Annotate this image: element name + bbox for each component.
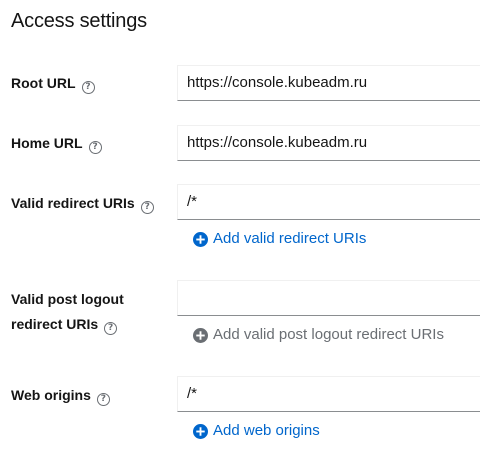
valid-redirect-uris-help-icon[interactable]: ? xyxy=(140,201,154,214)
home-url-input[interactable]: https://console.kubeadm.ru xyxy=(177,125,480,161)
valid-post-logout-redirect-uris-input[interactable] xyxy=(177,280,480,316)
plus-circle-icon xyxy=(193,423,208,439)
home-url-label: Home URL? xyxy=(11,131,102,155)
section-title: Access settings xyxy=(11,10,147,32)
plus-circle-icon xyxy=(193,327,208,343)
add-valid-post-logout-redirect-uris-label: Add valid post logout redirect URIs xyxy=(213,326,444,343)
plus-circle-icon xyxy=(193,231,208,247)
add-valid-redirect-uris-button[interactable]: Add valid redirect URIs xyxy=(193,229,366,249)
add-web-origins-label: Add web origins xyxy=(213,422,320,439)
add-web-origins-button[interactable]: Add web origins xyxy=(193,421,320,441)
web-origins-label-text: Web origins xyxy=(11,387,91,403)
web-origins-input[interactable]: /* xyxy=(177,376,480,412)
root-url-label-text: Root URL xyxy=(11,75,76,91)
home-url-help-icon[interactable]: ? xyxy=(88,141,102,154)
add-valid-post-logout-redirect-uris-button[interactable]: Add valid post logout redirect URIs xyxy=(193,325,444,345)
root-url-input[interactable]: https://console.kubeadm.ru xyxy=(177,65,480,101)
add-valid-redirect-uris-label: Add valid redirect URIs xyxy=(213,230,367,247)
valid-redirect-uris-input[interactable]: /* xyxy=(177,184,480,220)
valid-post-logout-redirect-uris-label-text: redirect URIs xyxy=(11,316,99,332)
root-url-help-icon[interactable]: ? xyxy=(81,81,95,94)
home-url-label-text: Home URL xyxy=(11,135,83,151)
valid-redirect-uris-label: Valid redirect URIs? xyxy=(11,191,154,215)
valid-redirect-uris-label-text: Valid redirect URIs xyxy=(11,195,135,211)
valid-post-logout-redirect-uris-help-icon[interactable]: ? xyxy=(104,322,118,335)
valid-post-logout-redirect-uris-label: redirect URIs? xyxy=(11,312,118,336)
root-url-label: Root URL? xyxy=(11,71,95,95)
web-origins-help-icon[interactable]: ? xyxy=(96,393,110,406)
web-origins-label: Web origins? xyxy=(11,383,110,407)
valid-post-logout-redirect-uris-label-line1: Valid post logout xyxy=(11,291,124,307)
